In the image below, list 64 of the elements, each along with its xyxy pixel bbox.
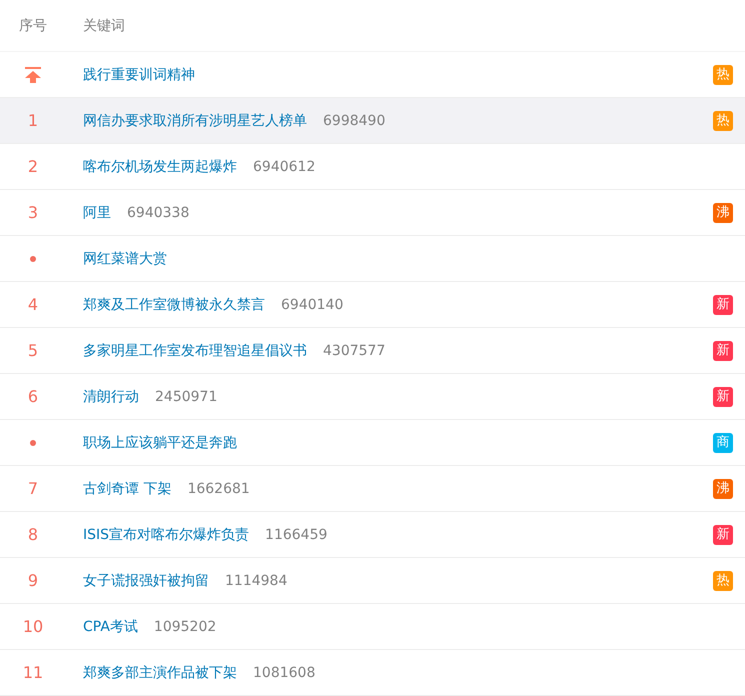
list-row[interactable]: 9 女子谎报强奸被拘留 1114984 热 <box>0 558 745 604</box>
search-count: 6940338 <box>127 204 190 220</box>
keyword-link[interactable]: 郑爽多部主演作品被下架 <box>83 664 237 682</box>
dot-icon <box>30 256 36 262</box>
search-count: 6998490 <box>323 112 386 128</box>
list-row[interactable]: 8 ISIS宣布对喀布尔爆炸负责 1166459 新 <box>0 512 745 558</box>
column-header: 关键词 <box>82 16 126 34</box>
keyword-link[interactable]: 阿里 <box>83 204 111 222</box>
rank-number: 9 <box>28 571 38 590</box>
list-row[interactable]: 5 多家明星工作室发布理智追星倡议书 4307577 新 <box>0 328 745 374</box>
search-count: 4307577 <box>323 342 386 358</box>
rank-number: 5 <box>28 341 38 360</box>
list-row[interactable]: 10 CPA考试 1095202 <box>0 604 745 650</box>
search-count: 1095202 <box>154 618 216 634</box>
keyword-link[interactable]: 女子谎报强奸被拘留 <box>83 572 209 590</box>
keyword-link[interactable]: 践行重要训词精神 <box>83 66 195 84</box>
list-row[interactable]: 4 郑爽及工作室微博被永久禁言 6940140 新 <box>0 282 745 328</box>
list-row[interactable]: 6 清朗行动 2450971 新 <box>0 374 745 420</box>
tag-badge: 沸 <box>713 202 733 222</box>
keyword-link[interactable]: 郑爽及工作室微博被永久禁言 <box>83 296 265 314</box>
keyword-link[interactable]: 网信办要求取消所有涉明星艺人榜单 <box>83 112 307 130</box>
rank-number: 1 <box>28 111 38 130</box>
rank-number: 4 <box>28 295 38 314</box>
rank-number: 11 <box>22 663 44 682</box>
search-count: 2450971 <box>155 388 218 404</box>
keyword-link[interactable]: 喀布尔机场发生两起爆炸 <box>83 158 237 176</box>
tag-badge: 沸 <box>713 478 733 498</box>
rank-number: 8 <box>28 525 38 544</box>
column-header: 序号 <box>18 16 48 34</box>
keyword-link[interactable]: CPA考试 <box>83 618 138 636</box>
keyword-link[interactable]: 职场上应该躺平还是奔跑 <box>83 434 237 452</box>
search-count: 1081608 <box>253 664 316 680</box>
tag-badge: 新 <box>713 524 733 544</box>
keyword-link[interactable]: 网红菜谱大赏 <box>83 250 167 268</box>
dot-icon <box>30 440 36 446</box>
list-row[interactable]: 11 郑爽多部主演作品被下架 1081608 <box>0 650 745 696</box>
search-count: 6940140 <box>281 296 344 312</box>
keyword-link[interactable]: 古剑奇谭 下架 <box>83 480 172 498</box>
pin-to-top-icon <box>25 66 41 82</box>
rank-number: 2 <box>28 157 38 176</box>
search-count: 6940612 <box>253 158 316 174</box>
tag-badge: 商 <box>713 432 733 452</box>
tag-badge: 热 <box>713 110 733 130</box>
list-row[interactable]: 1 网信办要求取消所有涉明星艺人榜单 6998490 热 <box>0 98 745 144</box>
search-count: 1166459 <box>265 526 328 542</box>
keyword-link[interactable]: 多家明星工作室发布理智追星倡议书 <box>83 342 307 360</box>
rank-number: 6 <box>28 387 38 406</box>
list-row[interactable]: 网红菜谱大赏 <box>0 236 745 282</box>
rank-number: 10 <box>22 617 44 636</box>
tag-badge: 新 <box>713 340 733 360</box>
tag-badge: 新 <box>713 386 733 406</box>
tag-badge: 新 <box>713 294 733 314</box>
search-count: 1114984 <box>225 572 288 588</box>
list-row[interactable]: 职场上应该躺平还是奔跑 商 <box>0 420 745 466</box>
keyword-link[interactable]: 清朗行动 <box>83 388 139 406</box>
keyword-link[interactable]: ISIS宣布对喀布尔爆炸负责 <box>83 526 250 544</box>
list-row[interactable]: 3 阿里 6940338 沸 <box>0 190 745 236</box>
list-row[interactable]: 2 喀布尔机场发生两起爆炸 6940612 <box>0 144 745 190</box>
list-row[interactable]: 7 古剑奇谭 下架 1662681 沸 <box>0 466 745 512</box>
tag-badge: 热 <box>713 64 733 84</box>
search-count: 1662681 <box>187 480 250 496</box>
rank-number: 7 <box>28 479 38 498</box>
tag-badge: 热 <box>713 570 733 590</box>
rank-number: 3 <box>28 203 38 222</box>
